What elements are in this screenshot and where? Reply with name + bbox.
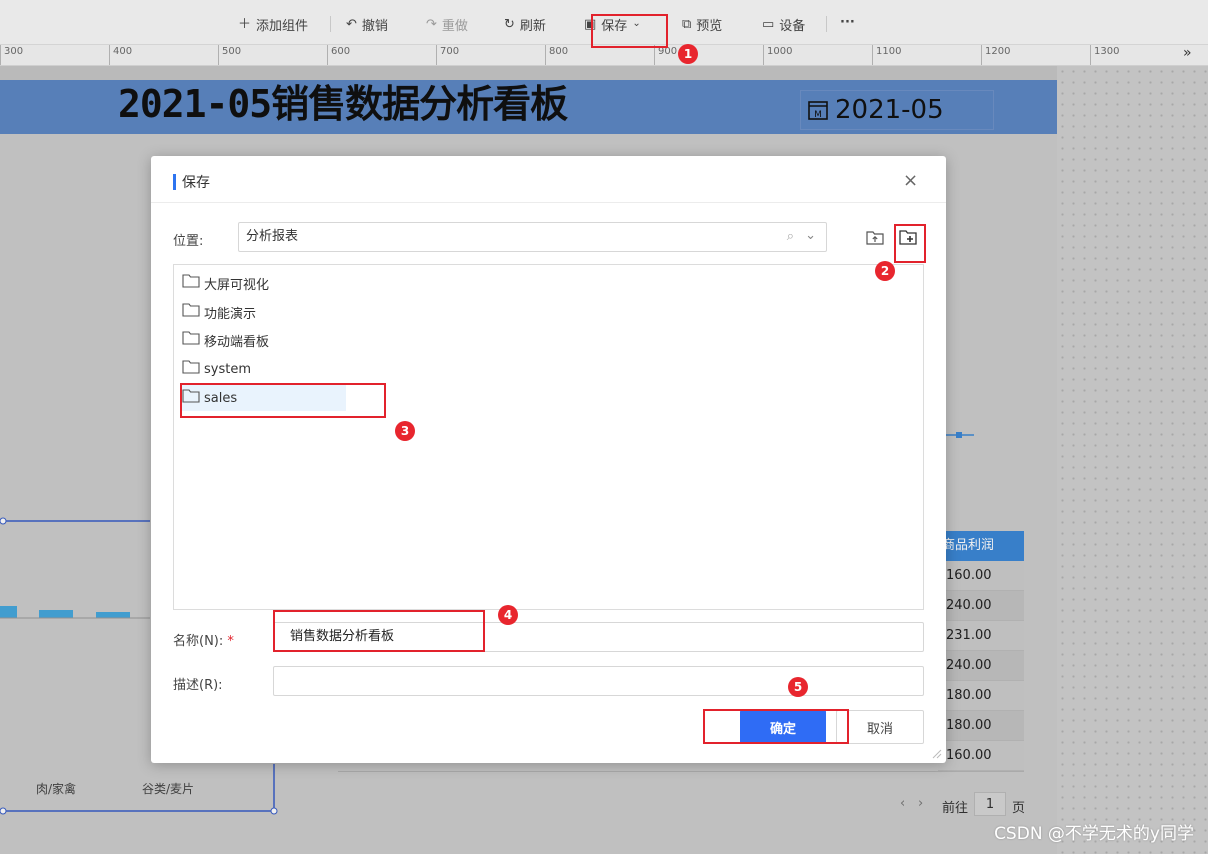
save-dialog: 保存 × 位置: 分析报表 ⌕ ⌄ 大屏可视化 功能演示 移动端看板 syste… [151,156,946,763]
preview-label: 预览 [696,18,723,34]
folder-name: 大屏可视化 [204,277,270,293]
more-button[interactable]: ··· [840,12,855,32]
monitor-icon: ▭ [762,16,775,32]
preview-button[interactable]: ⧉ 预览 [682,14,722,34]
refresh-button[interactable]: ↻ 刷新 [504,14,546,34]
name-label-text: 名称(N): [173,634,224,649]
undo-icon: ↶ [346,16,357,32]
title-accent-bar [173,174,176,190]
folder-icon [182,303,200,321]
ruler-label: 800 [549,46,569,57]
highlight-name-input [273,610,485,652]
location-value: 分析报表 [246,229,299,244]
ruler-label: 300 [4,46,24,57]
step-badge: 1 [678,44,698,64]
ruler-label: 1000 [767,46,793,57]
list-item[interactable]: 大屏可视化 [182,270,346,296]
watermark: CSDN @不学无术的y同学 [994,824,1194,844]
toolbar-divider [330,16,331,32]
search-icon[interactable]: ⌕ [787,223,794,251]
ruler-label: 1100 [876,46,902,57]
parent-folder-button[interactable] [864,226,886,248]
name-label: 名称(N): * [173,630,234,649]
description-label: 描述(R): [173,678,223,693]
refresh-label: 刷新 [519,18,546,34]
ruler-label: 1200 [985,46,1011,57]
required-mark: * [227,634,234,649]
refresh-icon: ↻ [504,16,515,32]
ruler-label: 600 [331,46,351,57]
ruler-label: 400 [113,46,133,57]
preview-icon: ⧉ [682,16,692,32]
highlight-sales-folder [180,383,386,418]
add-component-label: 添加组件 [256,18,309,34]
list-item[interactable]: system [182,356,346,382]
step-badge: 3 [395,421,415,441]
dialog-title: 保存 [173,172,210,192]
toolbar-divider [826,16,827,32]
folder-up-icon [866,231,884,245]
step-badge: 5 [788,677,808,697]
folder-icon [182,274,200,292]
redo-icon: ↷ [426,16,437,32]
location-select[interactable]: 分析报表 ⌕ ⌄ [238,222,827,252]
description-input[interactable] [273,666,924,696]
cancel-button[interactable]: 取消 [836,710,924,744]
step-badge: 2 [875,261,895,281]
dialog-title-text: 保存 [182,175,210,191]
folder-icon [182,360,200,378]
folder-list: 大屏可视化 功能演示 移动端看板 system sales [173,264,924,610]
device-label: 设备 [779,18,806,34]
dialog-divider [151,202,946,203]
expand-ruler-icon[interactable]: » [1183,45,1192,61]
undo-label: 撤销 [361,18,388,34]
redo-label: 重做 [441,18,468,34]
folder-icon [182,331,200,349]
highlight-new-folder [894,224,926,263]
ruler: 300 400 500 600 700 800 900 1000 1100 12… [0,45,1208,66]
folder-name: 功能演示 [204,306,257,322]
chevron-down-icon[interactable]: ⌄ [805,222,816,250]
highlight-confirm [703,709,849,744]
ruler-label: 700 [440,46,460,57]
add-component-button[interactable]: ＋ 添加组件 [238,14,308,34]
list-item[interactable]: 功能演示 [182,299,346,325]
ruler-label: 1300 [1094,46,1120,57]
folder-name: 移动端看板 [204,334,270,350]
undo-button[interactable]: ↶ 撤销 [346,14,388,34]
resize-handle-icon[interactable] [932,749,942,759]
step-badge: 4 [498,605,518,625]
redo-button[interactable]: ↷ 重做 [426,14,468,34]
close-icon[interactable]: × [903,170,918,191]
device-button[interactable]: ▭ 设备 [762,14,805,34]
highlight-save [591,14,668,48]
list-item[interactable]: 移动端看板 [182,327,346,353]
ruler-label: 500 [222,46,242,57]
location-label: 位置: [173,234,204,249]
folder-name: system [204,361,251,377]
plus-icon: ＋ [238,16,252,32]
